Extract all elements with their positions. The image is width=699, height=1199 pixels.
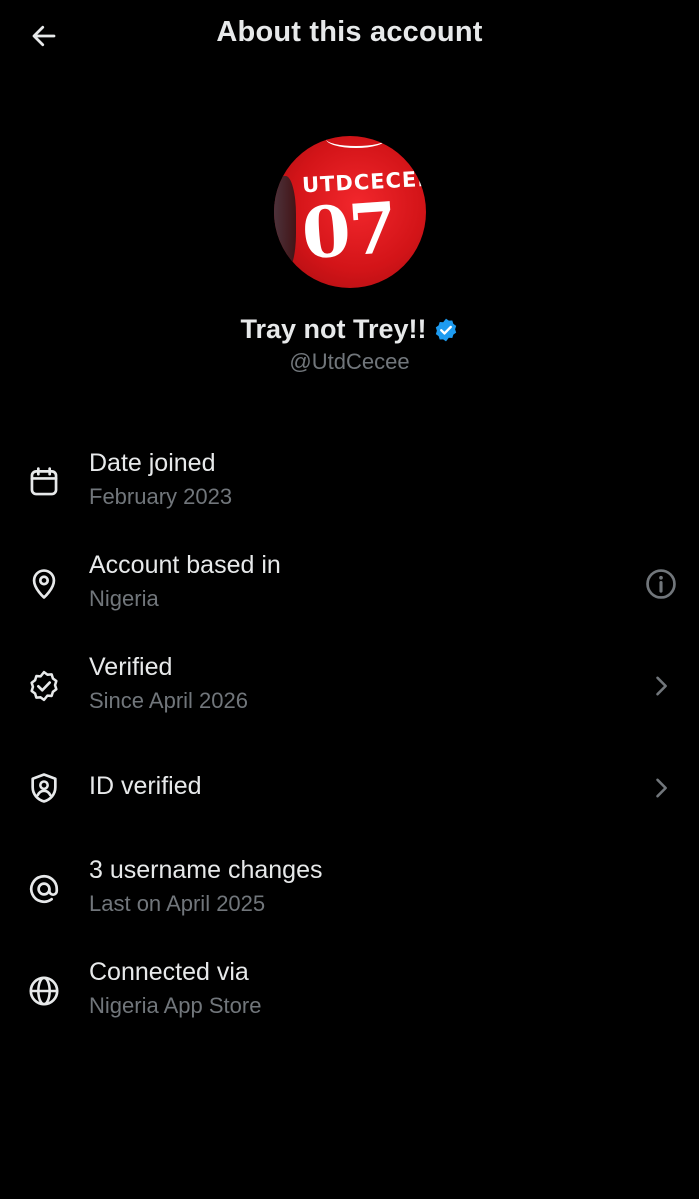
chevron-right-icon[interactable]: [641, 768, 681, 808]
user-handle: @UtdCecee: [289, 349, 410, 374]
verified-check-icon: [24, 666, 64, 706]
list-item-account-based-in: Account based in Nigeria: [0, 548, 699, 638]
avatar-jersey-collar: [325, 136, 386, 148]
row-label: ID verified: [89, 772, 202, 800]
calendar-icon: [24, 462, 64, 502]
row-value: Since April 2026: [89, 688, 248, 713]
list-item-id-verified[interactable]: ID verified: [0, 752, 699, 842]
row-label: Verified: [89, 653, 173, 681]
display-name: Tray not Trey!!: [240, 314, 427, 344]
page-title: About this account: [216, 16, 483, 48]
row-value: Last on April 2025: [89, 891, 266, 916]
row-label: Date joined: [89, 449, 216, 477]
globe-icon: [24, 971, 64, 1011]
chevron-right-icon[interactable]: [641, 666, 681, 706]
list-item-username-changes: 3 username changes Last on April 2025: [0, 853, 699, 943]
avatar-jersey-number: 07: [298, 185, 398, 276]
display-name-row: Tray not Trey!!: [240, 314, 458, 345]
row-label: Connected via: [89, 958, 249, 986]
list-item-connected-via: Connected via Nigeria App Store: [0, 955, 699, 1045]
row-value: Nigeria: [89, 586, 159, 611]
top-bar: About this account: [0, 0, 699, 72]
profile-summary: UTDCECEE 07 Tray not Trey!! @UtdCecee: [0, 136, 699, 375]
avatar[interactable]: UTDCECEE 07: [273, 136, 426, 288]
row-label: 3 username changes: [89, 856, 323, 884]
location-pin-icon: [24, 564, 64, 604]
info-icon[interactable]: [641, 564, 681, 604]
at-sign-icon: [24, 869, 64, 909]
verified-badge-icon[interactable]: [433, 317, 459, 343]
avatar-background-shape: [273, 176, 296, 272]
row-value: February 2023: [89, 484, 233, 509]
list-item-date-joined: Date joined February 2023: [0, 446, 699, 536]
row-label: Account based in: [89, 551, 281, 579]
id-shield-icon: [24, 768, 64, 808]
list-item-verified[interactable]: Verified Since April 2026: [0, 650, 699, 740]
row-value: Nigeria App Store: [89, 993, 262, 1018]
